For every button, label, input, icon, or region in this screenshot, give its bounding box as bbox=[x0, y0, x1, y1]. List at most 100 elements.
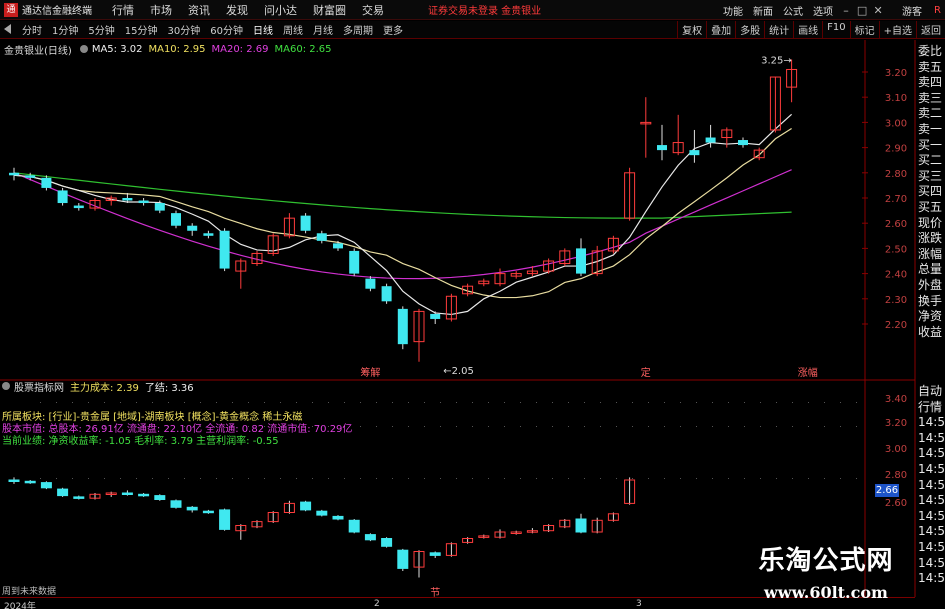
grid-dot bbox=[664, 426, 665, 427]
indicator-gear-icon[interactable] bbox=[2, 382, 10, 390]
grid-dot bbox=[168, 402, 169, 403]
menu-item-5[interactable]: 财富圈 bbox=[305, 2, 354, 18]
candle-body-down bbox=[381, 286, 392, 302]
candle-body-down bbox=[219, 230, 230, 269]
menu-item-1[interactable]: 市场 bbox=[142, 2, 180, 18]
candle-body-down bbox=[333, 243, 343, 249]
grid-dot bbox=[216, 402, 217, 403]
back-arrow-icon[interactable] bbox=[4, 24, 11, 34]
sub-candle-body bbox=[316, 510, 328, 516]
y-tick-label: 2.60 bbox=[885, 219, 907, 230]
grid-dot bbox=[760, 402, 761, 403]
menu-item-6[interactable]: 交易 bbox=[354, 2, 392, 18]
sub-y-tick-label: 3.00 bbox=[885, 444, 907, 455]
menu-item-0[interactable]: 行情 bbox=[104, 2, 142, 18]
grid-dot bbox=[632, 478, 633, 479]
period-tab-9[interactable]: 多周期 bbox=[338, 22, 378, 37]
grid-dot bbox=[632, 402, 633, 403]
quote-row-4: 14:50 bbox=[918, 446, 945, 461]
menu-item-3[interactable]: 发现 bbox=[218, 2, 256, 18]
indicator-name[interactable]: 股票指标网 bbox=[14, 379, 64, 394]
grid-dot bbox=[72, 478, 73, 479]
grid-dot bbox=[808, 478, 809, 479]
stock-name: 金贵银业(日线) bbox=[4, 45, 72, 57]
grid-dot bbox=[328, 478, 329, 479]
tool-button-5[interactable]: F10 bbox=[822, 21, 849, 39]
sub-y-tick-label: 2.60 bbox=[885, 498, 907, 509]
time-axis-label-2: 3 bbox=[636, 599, 642, 609]
grid-dot bbox=[584, 402, 585, 403]
tool-button-8[interactable]: 返回 bbox=[916, 21, 945, 39]
period-tab-1[interactable]: 1分钟 bbox=[47, 22, 83, 37]
candle-body-down bbox=[705, 137, 716, 143]
ma-legend-3: MA60: 2.65 bbox=[274, 43, 332, 55]
tool-button-6[interactable]: 标记 bbox=[849, 21, 879, 39]
menu-item-2[interactable]: 资讯 bbox=[180, 2, 218, 18]
quote-row-2: 14:50 bbox=[918, 415, 945, 430]
candle-body-down bbox=[316, 233, 327, 241]
period-tab-7[interactable]: 周线 bbox=[278, 22, 308, 37]
settings-dot-icon[interactable] bbox=[79, 45, 88, 53]
minimize-icon[interactable]: – bbox=[838, 4, 854, 17]
r-badge[interactable]: R bbox=[934, 5, 941, 16]
maximize-icon[interactable]: □ bbox=[854, 4, 870, 17]
grid-dot bbox=[392, 478, 393, 479]
period-tab-8[interactable]: 月线 bbox=[308, 22, 338, 37]
y-tick-label: 3.10 bbox=[885, 93, 907, 104]
grid-dot bbox=[792, 402, 793, 403]
tool-button-3[interactable]: 统计 bbox=[764, 21, 793, 39]
grid-dot bbox=[472, 478, 473, 479]
sub-y-tick-label: 2.80 bbox=[885, 470, 907, 481]
login-notice[interactable]: 证券交易未登录 金贵银业 bbox=[428, 2, 541, 17]
period-tab-10[interactable]: 更多 bbox=[378, 22, 408, 37]
y-tick-label: 2.80 bbox=[885, 169, 907, 180]
sub-candle-body bbox=[575, 518, 587, 533]
menu-item-4[interactable]: 问小达 bbox=[256, 2, 305, 18]
sub-y-tick-label: 3.40 bbox=[885, 394, 907, 405]
grid-dot bbox=[648, 478, 649, 479]
period-tab-3[interactable]: 15分钟 bbox=[120, 22, 163, 37]
grid-dot bbox=[472, 402, 473, 403]
right-menu-item-0[interactable]: 功能 bbox=[718, 3, 748, 18]
period-tab-2[interactable]: 5分钟 bbox=[83, 22, 119, 37]
grid-dot bbox=[200, 478, 201, 479]
grid-dot bbox=[152, 478, 153, 479]
grid-dot bbox=[232, 402, 233, 403]
guest-label[interactable]: 游客 bbox=[902, 3, 922, 18]
grid-dot bbox=[424, 426, 425, 427]
tool-button-4[interactable]: 画线 bbox=[793, 21, 822, 39]
trap-value: 了结: 3.36 bbox=[144, 382, 194, 394]
grid-dot bbox=[184, 402, 185, 403]
grid-dot bbox=[568, 402, 569, 403]
future-data-label: 周到未来数据 bbox=[2, 587, 57, 597]
period-tab-5[interactable]: 60分钟 bbox=[205, 22, 248, 37]
grid-dot bbox=[504, 426, 505, 427]
candle-body-down bbox=[738, 140, 748, 146]
tool-button-2[interactable]: 多股 bbox=[735, 21, 764, 39]
close-icon[interactable]: ✕ bbox=[870, 4, 886, 17]
right-menu-item-1[interactable]: 新面 bbox=[748, 3, 778, 18]
y-tick-label: 2.20 bbox=[885, 320, 907, 331]
sub-candle-body bbox=[40, 482, 52, 489]
sub-candle-body bbox=[170, 500, 182, 508]
grid-dot bbox=[504, 402, 505, 403]
watermark-url: www.60lt.com bbox=[764, 583, 888, 602]
grid-dot bbox=[776, 426, 777, 427]
right-menu-item-3[interactable]: 选项 bbox=[808, 3, 838, 18]
tool-button-0[interactable]: 复权 bbox=[677, 21, 706, 39]
grid-dot bbox=[648, 426, 649, 427]
grid-dot bbox=[712, 426, 713, 427]
tool-button-7[interactable]: +自选 bbox=[878, 21, 916, 39]
grid-dot bbox=[88, 402, 89, 403]
grid-dot bbox=[88, 478, 89, 479]
kline-chart[interactable]: 3.20 3.10 3.00 2.90 2.80 2.70 2.60 2.50 2.40 2.30… bbox=[0, 40, 945, 597]
grid-dot bbox=[664, 402, 665, 403]
right-menu-item-2[interactable]: 公式 bbox=[778, 3, 808, 18]
book-row-17: 净资 bbox=[918, 309, 943, 324]
period-tab-4[interactable]: 30分钟 bbox=[162, 22, 205, 37]
grid-dot bbox=[376, 402, 377, 403]
sub-candle-body bbox=[429, 552, 441, 556]
tool-button-1[interactable]: 叠加 bbox=[706, 21, 735, 39]
period-tab-6[interactable]: 日线 bbox=[248, 22, 278, 37]
grid-dot bbox=[712, 478, 713, 479]
